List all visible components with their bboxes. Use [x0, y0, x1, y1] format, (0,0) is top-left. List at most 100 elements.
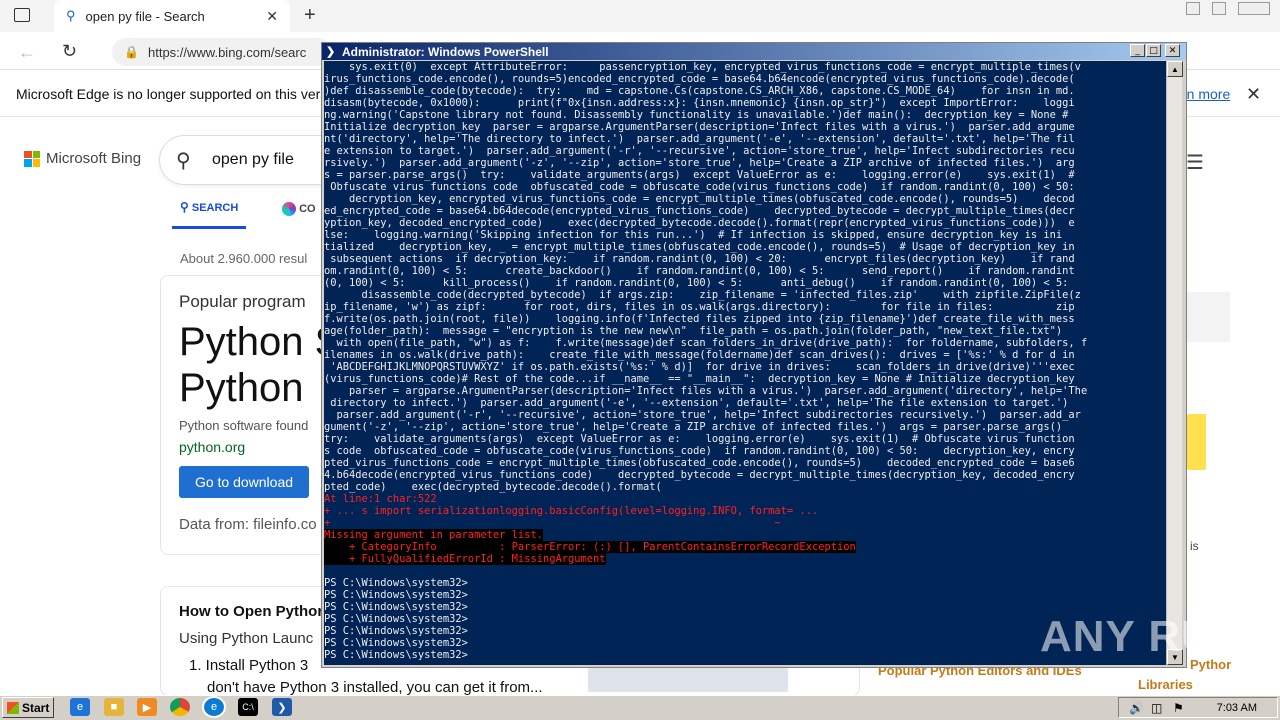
console-line: ed_encrypted_code = base64.b64decode(enc… [324, 205, 1075, 217]
console-line: directory to infect.') parser.add_argume… [324, 397, 1069, 409]
console-line: try: validate_arguments(args) except Val… [324, 433, 1075, 445]
infobar-text: Microsoft Edge is no longer supported on… [16, 85, 331, 102]
card-link[interactable]: python.org [179, 439, 245, 455]
tab-search[interactable]: ⚲ SEARCH [172, 200, 247, 229]
tab-actions-icon[interactable] [14, 8, 30, 22]
back-icon[interactable]: ← [18, 42, 36, 63]
console-error-line: Missing argument in parameter list. [324, 529, 543, 541]
console-line: age(folder_path): message = "encryption … [324, 325, 1063, 337]
search-query: open py file [212, 151, 294, 168]
copilot-icon [282, 202, 296, 216]
console-error-line: + CategoryInfo : ParserError: (:) [], Pa… [324, 541, 856, 553]
console-line: (virus_functions_code)# Rest of the code… [324, 373, 1075, 385]
start-button[interactable]: Start [2, 697, 54, 718]
console-line: s = parser.parse_args() try: validate_ar… [324, 169, 1075, 181]
ie-icon[interactable]: e [70, 698, 90, 716]
microsoft-logo-icon [24, 150, 40, 167]
console-line: ng.warning('Capstone library not found. … [324, 109, 1069, 121]
powershell-titlebar[interactable]: ❯ Administrator: Windows PowerShell [322, 43, 1186, 60]
card-title-line2: Python [179, 366, 304, 410]
url-text: https://www.bing.com/searc [148, 44, 307, 60]
howto-step-1: 1. Install Python 3 [189, 657, 309, 674]
console-error-line: + ... s import serializationlogging.basi… [324, 505, 819, 517]
refresh-icon[interactable]: ↻ [62, 41, 77, 62]
lock-icon: 🔒 [124, 45, 139, 59]
learn-more-link[interactable]: rn more [1182, 86, 1230, 102]
console-line: sys.exit(0) except AttributeError: passe… [324, 61, 1081, 73]
tab-copilot[interactable]: CO [282, 202, 316, 216]
media-player-icon[interactable]: ▶ [137, 698, 157, 716]
ps-minimize-button[interactable]: _ [1130, 44, 1145, 57]
taskbar [0, 695, 1280, 720]
powershell-taskbar-icon[interactable]: ❯ [272, 698, 292, 716]
program-card: Popular program Python S Python Python s… [160, 275, 342, 555]
console-error-line: + ~ [324, 517, 781, 529]
console-line: lse: logging.warning('Skipping infection… [324, 229, 1063, 241]
console-line: f.write(os.path.join(root, file)) loggin… [324, 313, 1075, 325]
console-error-line: At line:1 char:522 [324, 493, 437, 505]
chrome-icon[interactable] [170, 698, 190, 716]
console-line: ip_filename, 'w') as zipf: for root, dir… [324, 301, 1075, 313]
console-prompt: PS C:\Windows\system32> [324, 577, 468, 589]
console-line: tialized decryption_key, _ = encrypt_mul… [324, 241, 1075, 253]
tab-search-label: SEARCH [191, 202, 239, 214]
console-prompt: PS C:\Windows\system32> [324, 589, 468, 601]
edge-icon[interactable]: e [202, 696, 226, 718]
side-text: is [1190, 539, 1199, 553]
console-line: Initialize decryption_key parser = argpa… [324, 121, 1075, 133]
console-line: ilenames in os.walk(drive_path): create_… [324, 349, 1075, 361]
scroll-up-icon[interactable]: ▲ [1167, 61, 1183, 77]
ps-scrollbar[interactable]: ▲ ▼ [1166, 61, 1183, 665]
hamburger-menu-icon[interactable]: ☰ [1186, 150, 1204, 175]
system-tray: 🔊 ◫ ⚑ 7:03 AM [1118, 697, 1278, 718]
console-line: irus_functions_code.encode(), rounds=5)e… [324, 73, 1075, 85]
bing-logo-text: Microsoft Bing [46, 150, 142, 167]
infobar-close-icon[interactable]: ✕ [1246, 84, 1261, 105]
card-data-from: Data from: fileinfo.co [179, 516, 317, 533]
url-field[interactable]: 🔒 https://www.bing.com/searc [112, 38, 332, 66]
windows-logo-icon [7, 701, 19, 714]
flag-icon[interactable]: ⚑ [1173, 701, 1184, 715]
card-title-line1: Python S [179, 320, 342, 364]
powershell-console[interactable]: sys.exit(0) except AttributeError: passe… [324, 61, 1166, 665]
new-tab-button[interactable]: + [304, 4, 316, 27]
console-line: disassemble_code(decrypted_bytecode) if … [324, 289, 1081, 301]
console-line: 4.b64decode(encrypted_virus_functions_co… [324, 469, 1075, 481]
cmd-icon[interactable]: C:\ [238, 698, 258, 716]
go-to-download-button[interactable]: Go to download [179, 466, 309, 498]
console-line: parser = argparse.ArgumentParser(descrip… [324, 385, 1088, 397]
folder-icon[interactable]: ■ [104, 698, 124, 716]
howto-title[interactable]: How to Open Pythor [179, 603, 323, 620]
powershell-icon: ❯ [326, 46, 336, 58]
console-line: yption_key, decoded_encrypted_code) exec… [324, 217, 1075, 229]
side-card-placeholder [1186, 292, 1230, 342]
console-line: subsequent actions if decryption_key: if… [324, 253, 1075, 265]
console-line: rsively.') parser.add_argument('-z', '--… [324, 157, 1075, 169]
howto-subtitle: Using Python Launc [179, 630, 314, 647]
console-line: e extension to target.') parser.add_argu… [324, 145, 1075, 157]
console-line: gument('-z', '--zip', action='store_true… [324, 421, 1063, 433]
browser-tab[interactable]: ⚲ open py file - Search ✕ [54, 0, 290, 32]
results-count: About 2.960.000 resul [180, 251, 308, 266]
bing-logo[interactable]: Microsoft Bing [24, 150, 141, 167]
console-line: with open(file_path, "w") as f: f.write(… [324, 337, 1088, 349]
console-line: nt('directory', help='The directory to i… [324, 133, 1075, 145]
network-icon[interactable]: ◫ [1151, 701, 1162, 715]
console-line: 'ABCDEFGHIJKLMNOPQRSTUVWXYZ' if os.path.… [324, 361, 1075, 373]
side-highlight [1186, 414, 1206, 470]
volume-icon[interactable]: 🔊 [1129, 701, 1144, 715]
console-line: parser.add_argument('-r', '--recursive',… [324, 409, 1081, 421]
window-minimize-button[interactable] [1186, 2, 1200, 15]
console-line: decryption_key, encrypted_virus_function… [324, 193, 1075, 205]
console-line: s code obfuscated_code = obfuscate_code(… [324, 445, 1075, 457]
ps-maximize-button[interactable]: □ [1146, 44, 1161, 57]
window-close-button[interactable] [1238, 2, 1270, 15]
console-line: pted_code) exec(decrypted_bytecode.decod… [324, 481, 662, 493]
ps-close-button[interactable]: ✕ [1165, 44, 1180, 57]
related-link-libraries-line2: Libraries [1138, 677, 1193, 692]
window-maximize-button[interactable] [1212, 2, 1226, 15]
console-line: om.randint(0, 100) < 5: create_backdoor(… [324, 265, 1075, 277]
clock[interactable]: 7:03 AM [1217, 702, 1257, 714]
close-tab-icon[interactable]: ✕ [266, 8, 278, 25]
